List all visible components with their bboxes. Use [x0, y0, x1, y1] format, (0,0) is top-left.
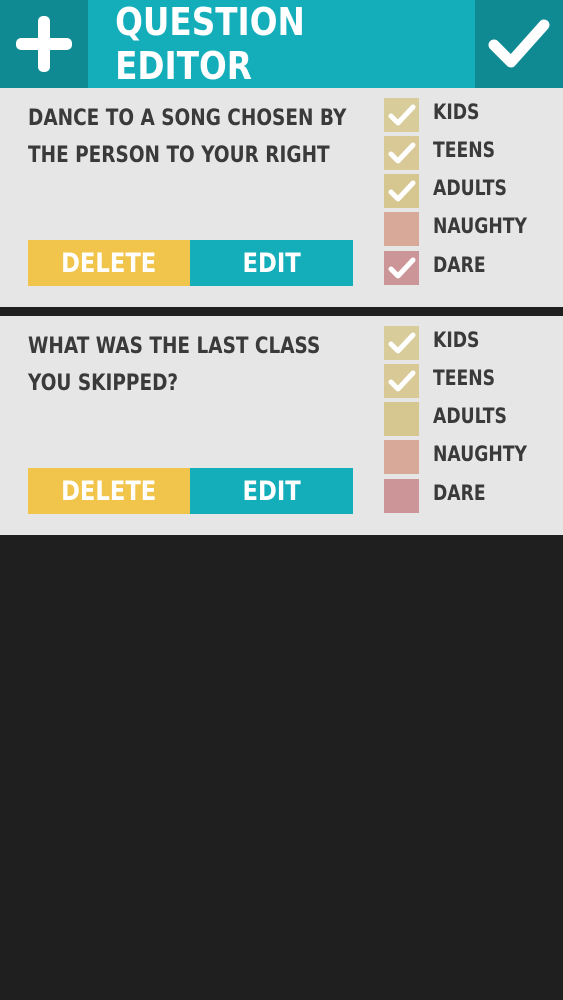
- category-label: NAUGHTY: [433, 442, 527, 466]
- category-label: TEENS: [433, 138, 496, 162]
- delete-button[interactable]: DELETE: [28, 240, 190, 286]
- category-dare[interactable]: DARE: [384, 479, 554, 513]
- edit-button[interactable]: EDIT: [190, 468, 353, 514]
- header-bar: QUESTION EDITOR: [0, 0, 563, 88]
- category-naughty[interactable]: NAUGHTY: [384, 212, 554, 246]
- category-label: NAUGHTY: [433, 214, 527, 238]
- plus-icon: [16, 16, 72, 72]
- checkmark-icon: [388, 332, 415, 354]
- checkmark-icon: [388, 104, 415, 126]
- category-label: DARE: [433, 481, 486, 505]
- category-teens[interactable]: TEENS: [384, 136, 554, 170]
- teens-checkbox[interactable]: [384, 136, 419, 170]
- kids-checkbox[interactable]: [384, 98, 419, 132]
- kids-checkbox[interactable]: [384, 326, 419, 360]
- category-naughty[interactable]: NAUGHTY: [384, 440, 554, 474]
- question-text: WHAT WAS THE LAST CLASS YOU SKIPPED?: [28, 334, 321, 396]
- adults-checkbox[interactable]: [384, 402, 419, 436]
- category-label: DARE: [433, 253, 486, 277]
- naughty-checkbox[interactable]: [384, 440, 419, 474]
- checkmark-icon: [388, 180, 415, 202]
- category-label: ADULTS: [433, 176, 507, 200]
- add-question-button[interactable]: [0, 0, 88, 88]
- dare-checkbox[interactable]: [384, 251, 419, 285]
- category-label: ADULTS: [433, 404, 507, 428]
- category-label: TEENS: [433, 366, 496, 390]
- category-dare[interactable]: DARE: [384, 251, 554, 285]
- dare-checkbox[interactable]: [384, 479, 419, 513]
- delete-button[interactable]: DELETE: [28, 468, 190, 514]
- category-label: KIDS: [433, 100, 480, 124]
- confirm-button[interactable]: [475, 0, 563, 88]
- teens-checkbox[interactable]: [384, 364, 419, 398]
- page-title: QUESTION EDITOR: [115, 0, 305, 88]
- naughty-checkbox[interactable]: [384, 212, 419, 246]
- category-teens[interactable]: TEENS: [384, 364, 554, 398]
- category-kids[interactable]: KIDS: [384, 326, 554, 360]
- edit-button[interactable]: EDIT: [190, 240, 353, 286]
- checkmark-icon: [388, 142, 415, 164]
- question-card: DANCE TO A SONG CHOSEN BY THE PERSON TO …: [0, 88, 563, 307]
- category-adults[interactable]: ADULTS: [384, 402, 554, 436]
- category-label: KIDS: [433, 328, 480, 352]
- checkmark-icon: [388, 257, 415, 279]
- question-text: DANCE TO A SONG CHOSEN BY THE PERSON TO …: [28, 106, 347, 168]
- adults-checkbox[interactable]: [384, 174, 419, 208]
- checkmark-icon: [488, 19, 550, 68]
- question-card: WHAT WAS THE LAST CLASS YOU SKIPPED? DEL…: [0, 316, 563, 535]
- checkmark-icon: [388, 370, 415, 392]
- category-adults[interactable]: ADULTS: [384, 174, 554, 208]
- category-kids[interactable]: KIDS: [384, 98, 554, 132]
